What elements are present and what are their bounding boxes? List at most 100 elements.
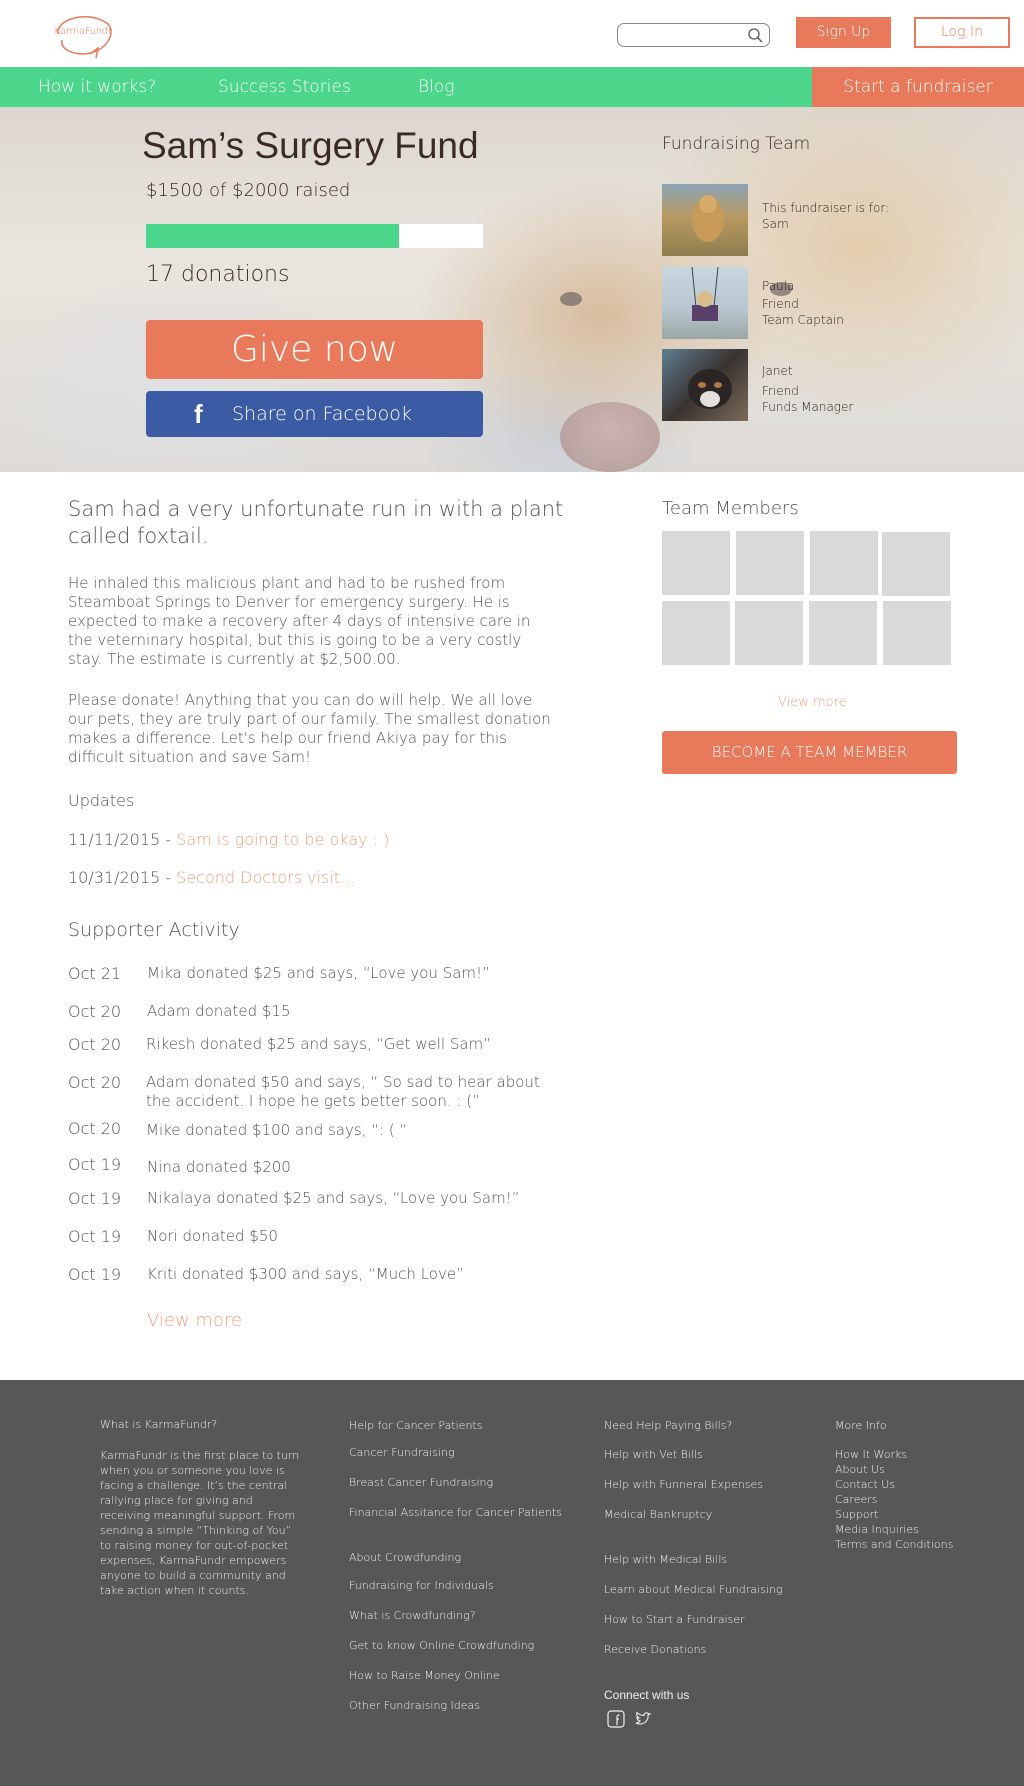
footer-link[interactable]: About Us	[835, 1462, 953, 1477]
footer-link[interactable]: Receive Donations	[604, 1643, 706, 1656]
update-link[interactable]: Second Doctors visit...	[176, 868, 355, 887]
footer-link[interactable]: Learn about Medical Fundraising	[604, 1583, 782, 1596]
footer-link[interactable]: Contact Us	[835, 1477, 953, 1492]
story-paragraph: Please donate! Anything that you can do …	[68, 691, 551, 766]
footer-link[interactable]: Fundraising for Individuals	[349, 1579, 494, 1592]
start-fundraiser-button[interactable]: Start a fundraiser	[812, 67, 1024, 107]
share-facebook-label: Share on Facebook	[232, 403, 412, 425]
update-link[interactable]: Sam is going to be okay : )	[176, 830, 389, 849]
supporter-view-more-link[interactable]: View more	[147, 1310, 242, 1331]
supporter-activity-title: Supporter Activity	[68, 919, 240, 941]
team-member-avatar[interactable]	[736, 531, 804, 595]
logo[interactable]: KarmaFundr	[50, 8, 118, 60]
footer-more-info-list: How It Works About Us Contact Us Careers…	[835, 1447, 953, 1552]
activity-date: Oct 19	[68, 1265, 122, 1284]
team-member-paula: Paula Friend Team Captain	[762, 278, 844, 328]
footer-link[interactable]: Breast Cancer Fundraising	[349, 1476, 493, 1489]
search-icon[interactable]	[747, 27, 763, 43]
search-input[interactable]	[617, 23, 770, 47]
team-member-line: This fundraiser is for:	[762, 201, 890, 215]
activity-text: Mika donated $25 and says, “Love you Sam…	[147, 964, 490, 982]
activity-text: Adam donated $15	[147, 1002, 291, 1020]
footer-link[interactable]: How to Start a Fundraiser	[604, 1613, 745, 1626]
twitter-icon[interactable]	[634, 1710, 652, 1728]
team-member-avatar[interactable]	[809, 601, 877, 665]
nav-how-it-works[interactable]: How it works?	[38, 67, 156, 107]
connect-with-us-label: Connect with us	[604, 1688, 690, 1702]
facebook-icon: f	[194, 399, 203, 429]
team-member-sam: This fundraiser is for: Sam	[762, 200, 889, 232]
activity-date: Oct 20	[68, 1002, 122, 1021]
footer-link[interactable]: Get to know Online Crowdfunding	[349, 1639, 534, 1652]
footer-col-title: Help with Medical Bills	[604, 1553, 728, 1566]
become-team-member-button[interactable]: BECOME A TEAM MEMBER	[662, 731, 957, 774]
log-in-button[interactable]: Log In	[914, 17, 1010, 48]
footer-link[interactable]: Media Inquiries	[835, 1522, 953, 1537]
activity-date: Oct 19	[68, 1189, 122, 1208]
footer-link[interactable]: Help with Funneral Expenses	[604, 1478, 763, 1491]
donation-count: 17 donations	[146, 262, 290, 287]
story-lead: Sam had a very unfortunate run in with a…	[68, 497, 564, 548]
team-member-avatar[interactable]	[662, 531, 730, 595]
footer-col-title: Need Help Paying Bills?	[604, 1419, 733, 1432]
activity-text: Nori donated $50	[147, 1227, 278, 1245]
story-paragraph: He inhaled this malicious plant and had …	[68, 574, 531, 668]
activity-date: Oct 20	[68, 1035, 122, 1054]
team-member-role: Funds Manager	[762, 400, 854, 414]
footer-link[interactable]: Terms and Conditions	[835, 1537, 953, 1552]
team-member-name: Janet	[762, 364, 793, 378]
dog-photo-icon	[692, 195, 724, 242]
footer: What is KarmaFundr? KarmaFundr is the fi…	[0, 1380, 1024, 1786]
fundraising-progress-bar	[146, 224, 483, 248]
nav-success-stories[interactable]: Success Stories	[218, 67, 351, 107]
footer-link[interactable]: Financial Assitance for Cancer Patients	[349, 1506, 562, 1519]
fundraiser-title: Sam’s Surgery Fund	[142, 125, 479, 166]
amount-raised: $1500 of $2000 raised	[146, 180, 351, 201]
nav-blog[interactable]: Blog	[418, 67, 454, 107]
team-member-name: Sam	[762, 217, 789, 231]
swing-photo-icon	[691, 266, 719, 321]
progress-fill	[146, 224, 399, 248]
footer-link[interactable]: What is Crowdfunding?	[349, 1609, 476, 1622]
team-member-avatar[interactable]	[735, 601, 803, 665]
team-member-line: Friend	[762, 297, 799, 311]
fundraising-team-title: Fundraising Team	[662, 134, 811, 154]
team-photo-sam[interactable]	[662, 184, 748, 256]
team-member-avatar[interactable]	[810, 531, 878, 595]
activity-date: Oct 20	[68, 1119, 122, 1138]
hero-banner: Sam’s Surgery Fund $1500 of $2000 raised…	[0, 107, 1024, 472]
footer-link[interactable]: How It Works	[835, 1447, 953, 1462]
footer-link[interactable]: Support	[835, 1507, 953, 1522]
give-now-button[interactable]: Give now	[146, 320, 483, 379]
team-view-more-link[interactable]: View more	[778, 695, 847, 710]
sign-up-button[interactable]: Sign Up	[796, 17, 891, 48]
update-item: 11/11/2015 - Sam is going to be okay : )	[68, 830, 389, 849]
update-date: 11/11/2015 -	[68, 830, 177, 849]
footer-col-title: What is KarmaFundr?	[100, 1418, 218, 1431]
facebook-icon[interactable]	[607, 1710, 625, 1728]
activity-text: Adam donated $50 and says, “ So sad to h…	[146, 1073, 540, 1110]
share-facebook-button[interactable]: f Share on Facebook	[146, 391, 483, 437]
footer-link[interactable]: Cancer Fundraising	[349, 1446, 455, 1459]
footer-link[interactable]: Medical Bankruptcy	[604, 1508, 712, 1521]
update-date: 10/31/2015 -	[68, 868, 177, 887]
footer-link[interactable]: Other Fundraising Ideas	[349, 1699, 480, 1712]
team-member-avatar[interactable]	[662, 601, 730, 665]
team-photo-janet[interactable]	[662, 349, 748, 421]
activity-text: Rikesh donated $25 and says, “Get well S…	[146, 1035, 491, 1053]
activity-text: Nina donated $200	[147, 1158, 291, 1176]
team-members-title: Team Members	[662, 498, 799, 519]
footer-link[interactable]: Help with Vet Bills	[604, 1448, 703, 1461]
team-photo-paula[interactable]	[662, 266, 748, 339]
logo-text: KarmaFundr	[54, 26, 112, 37]
team-member-avatar[interactable]	[882, 532, 950, 596]
team-member-line: Friend	[762, 384, 799, 398]
activity-text: Nikalaya donated $25 and says, “Love you…	[147, 1189, 520, 1207]
footer-col-title: About Crowdfunding	[349, 1551, 462, 1564]
footer-about-text: KarmaFundr is the first place to turn wh…	[100, 1449, 300, 1597]
footer-link[interactable]: Careers	[835, 1492, 953, 1507]
activity-date: Oct 20	[68, 1073, 122, 1092]
team-member-avatar[interactable]	[883, 601, 951, 665]
updates-title: Updates	[68, 791, 135, 810]
footer-link[interactable]: How to Raise Money Online	[349, 1669, 500, 1682]
